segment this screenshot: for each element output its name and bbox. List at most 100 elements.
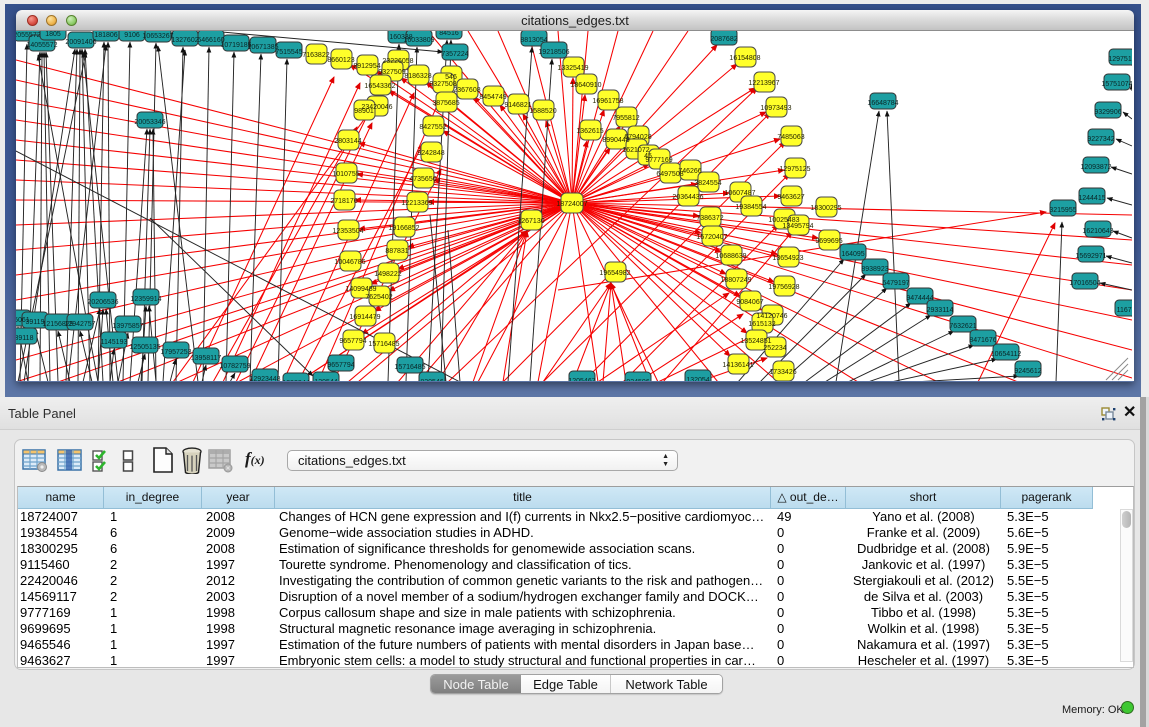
svg-text:84516: 84516 (439, 31, 459, 37)
svg-text:1362615: 1362615 (576, 128, 603, 135)
svg-text:17016504: 17016504 (1069, 280, 1100, 287)
svg-text:181806: 181806 (94, 32, 117, 39)
svg-text:2718170: 2718170 (330, 198, 357, 205)
svg-text:1205467: 1205467 (568, 378, 595, 381)
svg-text:98901: 98901 (354, 108, 374, 115)
svg-text:16210643: 16210643 (1082, 228, 1113, 235)
svg-text:10653267: 10653267 (142, 33, 173, 40)
svg-text:12923448: 12923448 (249, 376, 280, 381)
svg-text:6794028: 6794028 (624, 134, 651, 141)
svg-text:9474444: 9474444 (906, 295, 933, 302)
svg-text:546: 546 (445, 74, 457, 81)
svg-text:16033809: 16033809 (403, 37, 434, 44)
svg-text:820546: 820546 (420, 379, 443, 381)
svg-text:7357224: 7357224 (441, 51, 468, 58)
svg-text:15720407: 15720407 (696, 234, 727, 241)
svg-text:20206536: 20206536 (87, 299, 118, 306)
svg-text:19384554: 19384554 (735, 204, 766, 211)
svg-text:19218506: 19218506 (538, 49, 569, 56)
svg-text:924506: 924506 (626, 379, 649, 381)
svg-text:14055572: 14055572 (26, 42, 57, 49)
svg-text:18807249: 18807249 (720, 277, 751, 284)
svg-text:1615132: 1615132 (748, 321, 775, 328)
svg-text:7515545: 7515545 (275, 49, 302, 56)
svg-text:12975125: 12975125 (779, 166, 810, 173)
svg-text:13975857: 13975857 (112, 323, 143, 330)
svg-text:2803144: 2803144 (334, 138, 361, 145)
svg-text:12353504: 12353504 (332, 228, 363, 235)
svg-text:12505135: 12505135 (129, 344, 160, 351)
svg-text:13495794: 13495794 (782, 223, 813, 230)
svg-text:129544: 129544 (314, 379, 337, 381)
svg-text:164095: 164095 (841, 251, 864, 258)
svg-text:3267130: 3267130 (517, 218, 544, 225)
svg-text:12213369: 12213369 (401, 200, 432, 207)
svg-text:8938923: 8938923 (861, 266, 888, 273)
svg-text:1733426: 1733426 (769, 369, 796, 376)
svg-text:9227342: 9227342 (1087, 136, 1114, 143)
svg-text:8660123: 8660123 (327, 57, 354, 64)
svg-text:14120746: 14120746 (756, 313, 787, 320)
svg-text:3824554: 3824554 (694, 180, 721, 187)
svg-text:1805: 1805 (45, 31, 61, 38)
svg-text:9146821: 9146821 (504, 102, 531, 109)
svg-text:9084067: 9084067 (736, 299, 763, 306)
svg-text:7625402: 7625402 (365, 294, 392, 301)
svg-text:1145193: 1145193 (101, 339, 128, 346)
svg-text:15751074: 15751074 (1101, 81, 1132, 88)
svg-text:1244415: 1244415 (1078, 195, 1105, 202)
svg-text:8186328: 8186328 (404, 73, 431, 80)
svg-text:10782759: 10782759 (219, 363, 250, 370)
svg-text:18640910: 18640910 (570, 82, 601, 89)
svg-text:15716485: 15716485 (368, 341, 399, 348)
svg-text:10671385: 10671385 (247, 44, 278, 51)
svg-text:13654923: 13654923 (772, 255, 803, 262)
svg-text:12213967: 12213967 (748, 80, 779, 87)
svg-text:9657794: 9657794 (327, 362, 354, 369)
svg-text:15716485: 15716485 (394, 364, 425, 371)
svg-text:7163822: 7163822 (302, 52, 329, 59)
svg-text:8427552: 8427552 (419, 124, 446, 131)
svg-text:10607487: 10607487 (724, 190, 755, 197)
svg-text:1327602: 1327602 (171, 37, 198, 44)
svg-text:2367608: 2367608 (453, 87, 480, 94)
svg-text:13958117: 13958117 (191, 355, 222, 362)
svg-text:9329906: 9329906 (1094, 109, 1121, 116)
svg-text:1498222: 1498222 (374, 271, 401, 278)
svg-text:19654982: 19654982 (599, 270, 630, 277)
svg-text:1297512: 1297512 (1108, 56, 1132, 63)
svg-text:19166852: 19166852 (388, 225, 419, 232)
svg-text:7386372: 7386372 (696, 215, 723, 222)
svg-text:3875685: 3875685 (432, 100, 459, 107)
svg-text:746266: 746266 (678, 168, 701, 175)
svg-text:9245612: 9245612 (1014, 368, 1041, 375)
svg-text:9242848: 9242848 (417, 150, 444, 157)
svg-text:3215955: 3215955 (1049, 207, 1076, 214)
svg-text:15692971: 15692971 (1075, 253, 1106, 260)
svg-text:16543362: 16543362 (364, 83, 395, 90)
svg-text:1588520: 1588520 (529, 108, 556, 115)
svg-text:18724007: 18724007 (556, 201, 587, 208)
svg-text:7485063: 7485063 (777, 134, 804, 141)
svg-text:19756928: 19756928 (768, 284, 799, 291)
svg-text:8471676: 8471676 (969, 337, 996, 344)
svg-text:7632621: 7632621 (949, 323, 976, 330)
svg-text:20091406: 20091406 (65, 39, 96, 46)
svg-text:252234: 252234 (763, 345, 786, 352)
svg-text:14136141: 14136141 (722, 362, 753, 369)
svg-text:17957253: 17957253 (160, 349, 191, 356)
svg-text:10973493: 10973493 (760, 105, 791, 112)
svg-text:16154808: 16154808 (729, 55, 760, 62)
svg-text:1010755: 1010755 (332, 171, 359, 178)
svg-text:16914479: 16914479 (349, 314, 380, 321)
svg-text:13325419: 13325419 (557, 65, 588, 72)
svg-text:7955812: 7955812 (612, 115, 639, 122)
svg-text:10046786: 10046786 (334, 259, 365, 266)
svg-text:2087682: 2087682 (710, 36, 737, 43)
svg-text:20364436: 20364436 (672, 194, 703, 201)
svg-text:887831: 887831 (385, 248, 408, 255)
svg-text:23226058: 23226058 (382, 58, 413, 65)
svg-text:132054: 132054 (686, 377, 709, 381)
svg-text:2933114: 2933114 (927, 307, 954, 314)
svg-text:9463627: 9463627 (777, 194, 804, 201)
